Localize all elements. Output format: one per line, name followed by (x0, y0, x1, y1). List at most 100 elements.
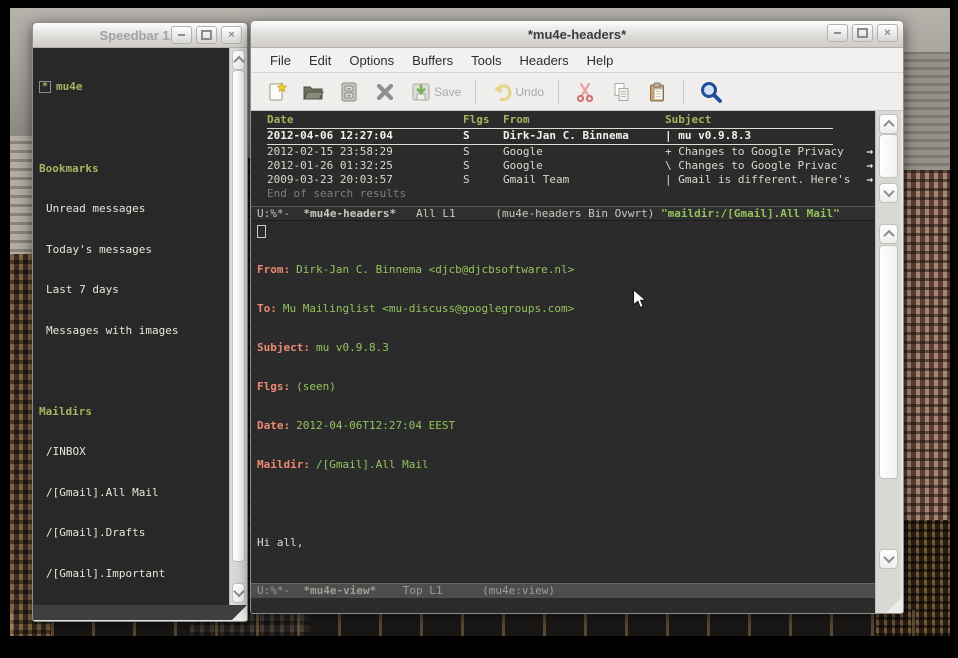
header-row[interactable]: 2012-01-26 01:32:25 S Google \ Changes t… (267, 159, 875, 173)
main-window-title: *mu4e-headers* (251, 21, 903, 47)
scroll-up-button[interactable] (879, 224, 898, 244)
column-date: Date (267, 113, 453, 128)
modeline-flags: U:%*- (257, 207, 303, 220)
speedbar-item-last-7-days[interactable]: Last 7 days (39, 283, 229, 297)
field-value-maildir: /[Gmail].All Mail (316, 458, 429, 471)
field-label-from: From: (257, 263, 290, 276)
save-button[interactable]: Save (405, 78, 465, 106)
minimize-button[interactable] (171, 26, 192, 44)
main-scrollbar-column[interactable] (875, 111, 901, 614)
open-folder-button[interactable] (297, 78, 329, 106)
copy-icon (609, 80, 633, 104)
open-folder-icon (301, 80, 325, 104)
undo-label: Undo (515, 85, 544, 99)
cell-from: Google (503, 145, 665, 159)
scroll-down-button[interactable] (879, 549, 898, 569)
headers-modeline: U:%*- *mu4e-headers* All L1 (mu4e-header… (251, 206, 875, 221)
expand-toggle-icon[interactable]: * (39, 81, 51, 93)
speedbar-item-todays-messages[interactable]: Today's messages (39, 243, 229, 257)
undo-button[interactable]: Undo (486, 78, 548, 106)
maximize-icon (857, 28, 868, 38)
close-icon: × (884, 28, 890, 39)
text-cursor (257, 225, 266, 238)
toolbar-separator (683, 80, 684, 104)
field-value-to: Mu Mailinglist <mu-discuss@googlegroups.… (283, 302, 574, 315)
scroll-down-button[interactable] (232, 583, 245, 603)
cell-flags: S (453, 129, 503, 144)
close-buffer-button[interactable] (369, 78, 401, 106)
cell-date: 2012-04-06 12:27:04 (267, 129, 453, 144)
speedbar-titlebar[interactable]: Speedbar 1.0 × (33, 23, 247, 48)
speedbar-item-all-mail[interactable]: /[Gmail].All Mail (39, 486, 229, 500)
speedbar-item-drafts[interactable]: /[Gmail].Drafts (39, 526, 229, 540)
speedbar-item-mu4e[interactable]: mu4e (56, 80, 83, 94)
cut-button[interactable] (569, 78, 601, 106)
search-button[interactable] (694, 77, 728, 107)
menu-options[interactable]: Options (340, 51, 403, 70)
cell-from: Gmail Team (503, 173, 665, 187)
header-row[interactable]: 2009-03-23 20:03:57 S Gmail Team | Gmail… (267, 173, 875, 187)
field-label-date: Date: (257, 419, 290, 432)
scroll-up-button[interactable] (232, 50, 245, 70)
field-label-flags: Flgs: (257, 380, 290, 393)
speedbar-item-unread-messages[interactable]: Unread messages (39, 202, 229, 216)
cell-subject: + Changes to Google Privacy (665, 145, 850, 159)
cell-subject: | mu v0.9.8.3 (665, 129, 751, 144)
chevron-up-icon (233, 56, 244, 67)
speedbar-root-row[interactable]: * mu4e (39, 80, 229, 94)
new-file-icon (265, 80, 289, 104)
header-row[interactable]: 2012-02-15 23:58:29 S Google + Changes t… (267, 145, 875, 159)
scroll-down-button[interactable] (879, 183, 898, 203)
resize-grip[interactable] (232, 605, 247, 620)
speedbar-statusbar: << # Files 1 >> (33, 605, 247, 620)
file-cabinet-button[interactable] (333, 78, 365, 106)
copy-button[interactable] (605, 78, 637, 106)
speedbar-content: * mu4e Bookmarks Unread messages Today's… (33, 48, 229, 605)
field-value-date: 2012-04-06T12:27:04 EEST (296, 419, 455, 432)
modeline-info: All L1 (mu4e-headers Bin Ovwrt) (396, 207, 661, 220)
main-titlebar[interactable]: *mu4e-headers* × (251, 21, 903, 48)
menu-help[interactable]: Help (578, 51, 623, 70)
scroll-up-button[interactable] (879, 114, 898, 134)
paste-button[interactable] (641, 78, 673, 106)
menu-buffers[interactable]: Buffers (403, 51, 462, 70)
speedbar-item-messages-with-images[interactable]: Messages with images (39, 324, 229, 338)
header-row-selected[interactable]: 2012-04-06 12:27:04 S Dirk-Jan C. Binnem… (267, 128, 833, 145)
save-label: Save (434, 85, 461, 99)
save-icon (409, 80, 433, 104)
scrollbar-thumb[interactable] (879, 134, 898, 178)
field-label-maildir: Maildir: (257, 458, 310, 471)
echo-area[interactable] (251, 598, 875, 614)
scrollbar-thumb[interactable] (232, 70, 245, 562)
truncation-arrow-icon: → (866, 173, 875, 187)
maximize-button[interactable] (196, 26, 217, 44)
speedbar-item-inbox[interactable]: /INBOX (39, 445, 229, 459)
close-button[interactable]: × (221, 26, 242, 44)
toolbar-separator (475, 80, 476, 104)
field-label-subject: Subject: (257, 341, 310, 354)
cell-date: 2009-03-23 20:03:57 (267, 173, 453, 187)
speedbar-section-maildirs: Maildirs (39, 405, 229, 419)
menu-file[interactable]: File (261, 51, 300, 70)
scrollbar-thumb[interactable] (879, 245, 898, 479)
close-buffer-icon (373, 80, 397, 104)
speedbar-window: Speedbar 1.0 × * mu4e Bookmarks Unread m… (32, 22, 248, 622)
headers-pane: Date Flgs From Subject 2012-04-06 12:27:… (251, 111, 875, 206)
cell-subject: \ Changes to Google Privac (665, 159, 837, 173)
new-file-button[interactable] (261, 78, 293, 106)
speedbar-scrollbar[interactable] (229, 48, 247, 605)
search-icon (698, 79, 724, 105)
maximize-button[interactable] (852, 24, 873, 42)
minimize-button[interactable] (827, 24, 848, 42)
menu-tools[interactable]: Tools (462, 51, 510, 70)
building (898, 170, 950, 542)
menu-headers[interactable]: Headers (510, 51, 577, 70)
menu-edit[interactable]: Edit (300, 51, 340, 70)
resize-grip[interactable] (886, 596, 903, 613)
mu4e-headers-window: *mu4e-headers* × File Edit Options Buffe… (250, 20, 904, 614)
body-line: Hi all, (257, 536, 875, 549)
cell-flags: S (453, 145, 503, 159)
speedbar-item-important[interactable]: /[Gmail].Important (39, 567, 229, 581)
close-button[interactable]: × (877, 24, 898, 42)
modeline-query: "maildir:/[Gmail].All Mail" (661, 207, 840, 220)
